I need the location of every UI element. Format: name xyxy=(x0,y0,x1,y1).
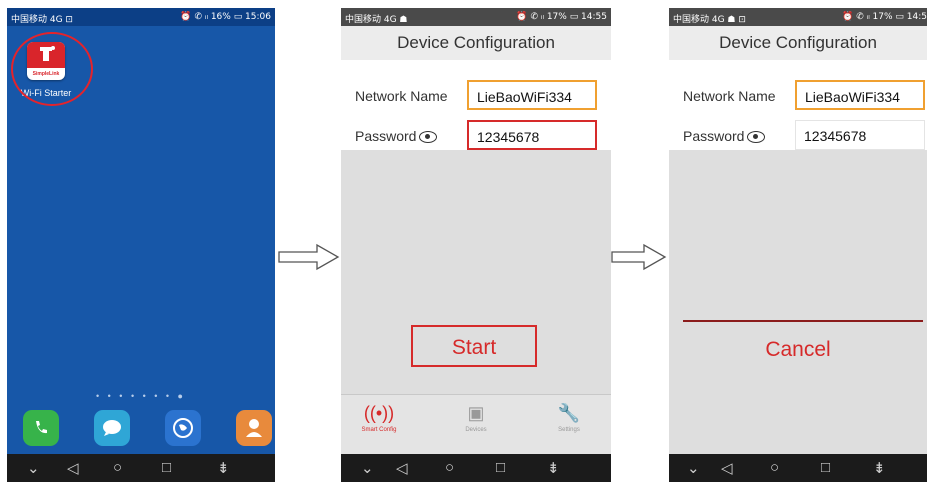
tab-label: Settings xyxy=(558,427,580,433)
page-title: Device Configuration xyxy=(669,26,927,60)
password-label-text: Password xyxy=(355,128,417,144)
notification-icon[interactable]: ⇟ xyxy=(547,459,560,477)
eye-icon[interactable] xyxy=(419,131,438,144)
contacts-icon[interactable] xyxy=(236,410,272,446)
carrier-label: 中国移动 4G ☗ ⊡ xyxy=(673,15,746,25)
navigation-bar: ⌄ ◁ ○ □ ⇟ xyxy=(341,454,611,482)
back-icon[interactable]: ◁ xyxy=(721,459,733,477)
tab-smart-config[interactable]: ((•)) Smart Config xyxy=(349,403,409,433)
carrier-label: 中国移动 4G ☗ xyxy=(345,15,408,25)
status-bar: 中国移动 4G ☗ ⏰ ✆ ᵢₗ 17% ▭ 14:55 xyxy=(341,8,611,26)
chevron-down-icon[interactable]: ⌄ xyxy=(27,459,40,477)
wrench-icon: 🔧 xyxy=(557,403,581,423)
browser-icon[interactable] xyxy=(165,410,201,446)
chevron-down-icon[interactable]: ⌄ xyxy=(361,459,374,477)
bottom-tab-bar: ((•)) Smart Config ▣ Devices 🔧 Settings xyxy=(341,394,611,455)
home-icon[interactable]: ○ xyxy=(113,459,122,476)
password-field[interactable]: 12345678 xyxy=(467,120,597,150)
progress-line xyxy=(683,320,923,322)
config-form: Network Name LieBaoWiFi334 Password 1234… xyxy=(341,60,611,150)
recents-icon[interactable]: □ xyxy=(821,459,830,476)
phone-device-config: 中国移动 4G ☗ ⏰ ✆ ᵢₗ 17% ▭ 14:55 Device Conf… xyxy=(341,8,611,482)
status-bar: 中国移动 4G ⊡ ⏰ ✆ ᵢₗ 16% ▭ 15:06 xyxy=(7,8,275,26)
eye-icon[interactable] xyxy=(747,131,766,144)
cancel-button[interactable]: Cancel xyxy=(669,338,927,362)
password-label-text: Password xyxy=(683,128,745,144)
wifi-signal-icon: ((•)) xyxy=(363,403,395,423)
navigation-bar: ⌄ ◁ ○ □ ⇟ xyxy=(7,454,275,482)
home-icon[interactable]: ○ xyxy=(770,459,779,476)
phone-home-screen: 中国移动 4G ⊡ ⏰ ✆ ᵢₗ 16% ▭ 15:06 SimpleLink … xyxy=(7,8,275,482)
status-bar: 中国移动 4G ☗ ⊡ ⏰ ✆ ᵢₗ 17% ▭ 14:5 xyxy=(669,8,927,26)
network-name-label: Network Name xyxy=(355,88,448,104)
status-right: ⏰ ✆ ᵢₗ 17% ▭ 14:5 xyxy=(842,12,927,22)
navigation-bar: ⌄ ◁ ○ □ ⇟ xyxy=(669,454,927,482)
carrier-label: 中国移动 4G ⊡ xyxy=(11,15,73,25)
highlight-circle xyxy=(11,32,93,106)
page-title: Device Configuration xyxy=(341,26,611,60)
tab-label: Smart Config xyxy=(361,427,397,433)
home-icon[interactable]: ○ xyxy=(445,459,454,476)
tab-devices[interactable]: ▣ Devices xyxy=(446,403,506,433)
arrow-right-icon xyxy=(278,243,340,271)
password-field[interactable]: 12345678 xyxy=(795,120,925,150)
password-label: Password xyxy=(355,128,438,144)
message-icon[interactable] xyxy=(94,410,130,446)
recents-icon[interactable]: □ xyxy=(162,459,171,476)
phone-device-config-running: 中国移动 4G ☗ ⊡ ⏰ ✆ ᵢₗ 17% ▭ 14:5 Device Con… xyxy=(669,8,927,482)
device-icon: ▣ xyxy=(467,403,485,423)
chevron-down-icon[interactable]: ⌄ xyxy=(687,459,700,477)
network-name-field[interactable]: LieBaoWiFi334 xyxy=(795,80,925,110)
arrow-right-icon xyxy=(611,243,667,271)
recents-icon[interactable]: □ xyxy=(496,459,505,476)
page-indicator: • • • • • • • ● xyxy=(96,391,186,401)
password-label: Password xyxy=(683,128,766,144)
tab-label: Devices xyxy=(465,427,487,433)
notification-icon[interactable]: ⇟ xyxy=(873,459,886,477)
tab-settings[interactable]: 🔧 Settings xyxy=(539,403,599,433)
network-name-label: Network Name xyxy=(683,88,776,104)
notification-icon[interactable]: ⇟ xyxy=(217,459,230,477)
network-name-field[interactable]: LieBaoWiFi334 xyxy=(467,80,597,110)
phone-icon[interactable] xyxy=(23,410,59,446)
config-form: Network Name LieBaoWiFi334 Password 1234… xyxy=(669,60,927,150)
back-icon[interactable]: ◁ xyxy=(67,459,79,477)
status-right: ⏰ ✆ ᵢₗ 16% ▭ 15:06 xyxy=(180,12,271,22)
back-icon[interactable]: ◁ xyxy=(396,459,408,477)
status-right: ⏰ ✆ ᵢₗ 17% ▭ 14:55 xyxy=(516,12,607,22)
start-button[interactable]: Start xyxy=(411,325,537,367)
